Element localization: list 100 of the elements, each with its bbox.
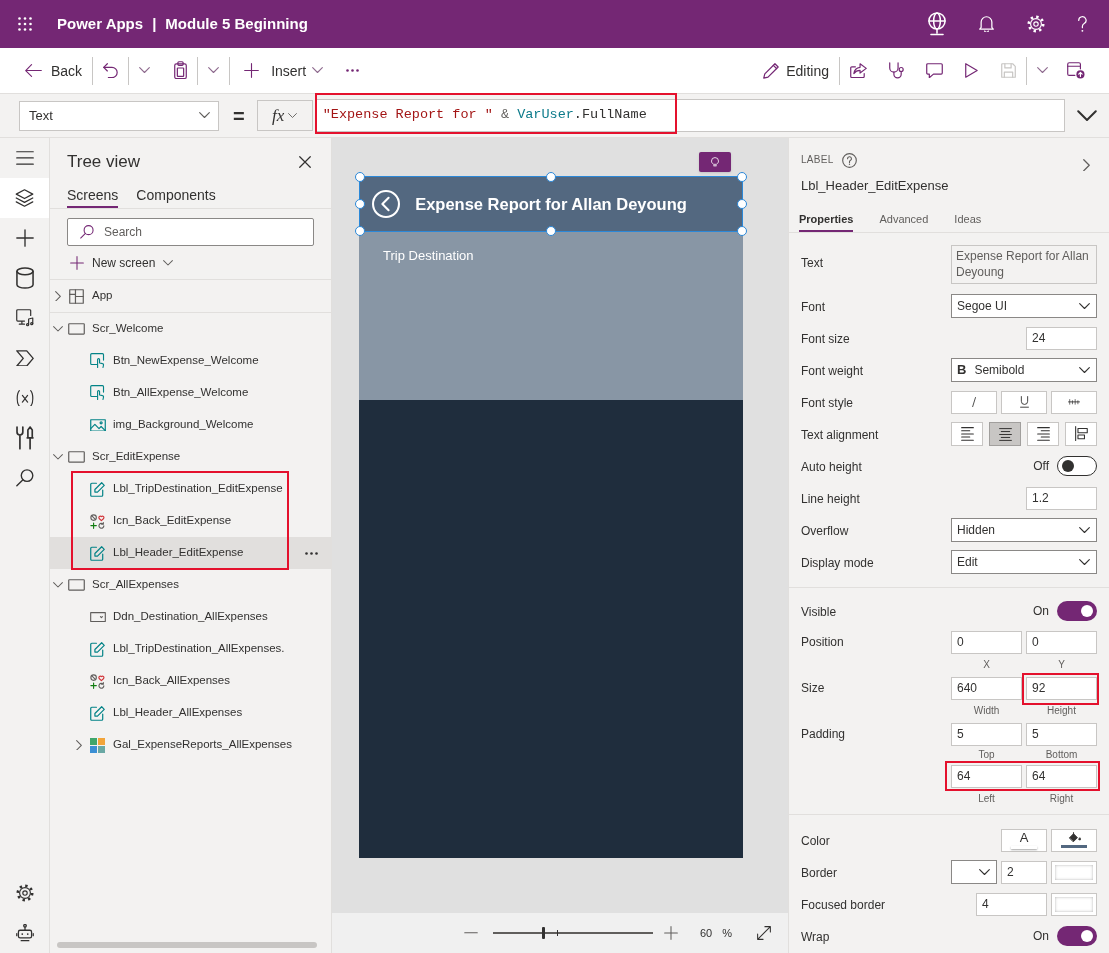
formula-input[interactable]: "Expense Report for " & VarUser.FullName bbox=[314, 99, 1065, 132]
tree-item[interactable]: App bbox=[50, 280, 331, 313]
back-icon[interactable] bbox=[372, 190, 400, 218]
control-name: Lbl_Header_EditExpense bbox=[801, 178, 949, 194]
chevron-right-icon[interactable] bbox=[76, 739, 82, 751]
alignment-button[interactable] bbox=[951, 422, 983, 446]
dropdown[interactable]: B Semibold bbox=[951, 358, 1097, 382]
underline-button[interactable] bbox=[1001, 390, 1047, 414]
clipboard-icon[interactable] bbox=[174, 61, 188, 80]
media-icon[interactable] bbox=[15, 309, 34, 327]
publish-icon[interactable] bbox=[1067, 62, 1085, 79]
more-icon[interactable] bbox=[346, 69, 360, 72]
tree-item[interactable]: Lbl_TripDestination_EditExpense bbox=[50, 473, 331, 505]
resize-handle[interactable] bbox=[355, 172, 365, 182]
dropdown[interactable]: Edit bbox=[951, 550, 1097, 574]
underline-icon bbox=[1019, 396, 1029, 408]
flow-icon[interactable] bbox=[15, 349, 34, 367]
ideas-button[interactable] bbox=[699, 152, 731, 172]
tree-item[interactable]: Btn_AllExpense_Welcome bbox=[50, 377, 331, 409]
tab[interactable]: Ideas bbox=[954, 208, 982, 232]
input-field[interactable]: 4 bbox=[976, 892, 1047, 916]
chevron-right-icon[interactable] bbox=[55, 290, 61, 302]
alignment-button[interactable] bbox=[1065, 422, 1097, 446]
back-button[interactable]: Back bbox=[25, 61, 83, 80]
app-launcher-icon[interactable] bbox=[18, 17, 32, 31]
property-dropdown[interactable]: Text bbox=[19, 100, 219, 131]
expand-icon[interactable] bbox=[757, 926, 772, 940]
insert-button[interactable]: Insert bbox=[244, 61, 324, 80]
editing-button[interactable]: Editing bbox=[763, 61, 829, 80]
input-field[interactable]: 64 bbox=[1026, 764, 1097, 788]
share-icon[interactable] bbox=[850, 62, 867, 79]
dropdown[interactable]: Segoe UI bbox=[951, 294, 1097, 318]
tree-item[interactable]: Btn_NewExpense_Welcome bbox=[50, 345, 331, 377]
help-icon[interactable] bbox=[841, 152, 857, 168]
scrollbar[interactable] bbox=[57, 942, 317, 948]
input-field[interactable]: 24 bbox=[1026, 326, 1097, 350]
tree-item[interactable]: Scr_AllExpenses bbox=[50, 569, 331, 601]
tree-item[interactable]: Ddn_Destination_AllExpenses bbox=[50, 601, 331, 633]
play-icon[interactable] bbox=[965, 63, 978, 78]
tree-item[interactable]: Icn_Back_AllExpenses bbox=[50, 665, 331, 697]
tree-item[interactable]: Lbl_Header_EditExpense bbox=[50, 537, 331, 569]
input-field[interactable]: 1.2 bbox=[1026, 486, 1097, 510]
strikethrough-button[interactable] bbox=[1051, 390, 1097, 414]
toggle-switch[interactable] bbox=[1057, 926, 1097, 946]
input-field[interactable]: 0 bbox=[951, 630, 1022, 654]
input-field[interactable]: 64 bbox=[951, 764, 1022, 788]
fill-color-button[interactable] bbox=[1051, 828, 1097, 852]
tree-item[interactable]: Scr_Welcome bbox=[50, 313, 331, 345]
bot-icon[interactable] bbox=[15, 924, 34, 942]
function-button[interactable]: fx bbox=[256, 100, 313, 131]
alignment-button[interactable] bbox=[1027, 422, 1059, 446]
search-icon[interactable] bbox=[15, 469, 34, 487]
tree-item[interactable]: Lbl_Header_AllExpenses bbox=[50, 697, 331, 729]
resize-handle[interactable] bbox=[355, 199, 365, 209]
tab[interactable]: Properties bbox=[799, 208, 854, 232]
input-field[interactable]: 92 bbox=[1026, 676, 1097, 700]
resize-handle[interactable] bbox=[546, 172, 556, 182]
dropdown[interactable]: Hidden bbox=[951, 518, 1097, 542]
tree-item[interactable]: Lbl_TripDestination_AllExpenses. bbox=[50, 633, 331, 665]
settings-icon[interactable] bbox=[15, 884, 34, 902]
tree-item[interactable]: img_Background_Welcome bbox=[50, 409, 331, 441]
more-icon[interactable] bbox=[305, 551, 318, 555]
input-field[interactable]: 640 bbox=[951, 676, 1022, 700]
resize-handle[interactable] bbox=[737, 199, 747, 209]
menu-icon[interactable] bbox=[15, 151, 34, 165]
slider-thumb[interactable] bbox=[541, 927, 545, 939]
minus-icon[interactable] bbox=[464, 932, 478, 934]
dropdown[interactable] bbox=[951, 860, 997, 884]
stethoscope-icon[interactable] bbox=[889, 61, 904, 80]
input-field[interactable]: 5 bbox=[1026, 722, 1097, 746]
close-icon[interactable] bbox=[299, 156, 311, 168]
comment-icon[interactable] bbox=[926, 62, 943, 79]
help-icon[interactable] bbox=[1078, 15, 1087, 33]
alignment-button[interactable] bbox=[989, 422, 1021, 446]
chevron-right-icon[interactable] bbox=[1083, 159, 1090, 172]
plus-icon[interactable] bbox=[15, 229, 34, 247]
tree-item[interactable]: Icn_Back_EditExpense bbox=[50, 505, 331, 537]
text-color-button[interactable]: A bbox=[1001, 828, 1047, 852]
tree-item[interactable]: Gal_ExpenseReports_AllExpenses bbox=[50, 729, 331, 761]
globe-icon[interactable] bbox=[928, 12, 946, 36]
zoom-slider[interactable] bbox=[493, 927, 653, 939]
tools-icon[interactable] bbox=[15, 426, 34, 450]
layers-icon[interactable] bbox=[0, 178, 49, 218]
tab[interactable]: Advanced bbox=[879, 208, 929, 232]
tab[interactable]: Components bbox=[136, 186, 216, 208]
bell-icon[interactable] bbox=[979, 15, 994, 33]
chevron-down-icon[interactable] bbox=[1077, 109, 1097, 122]
input-field[interactable]: 0 bbox=[1026, 630, 1097, 654]
tree-item[interactable]: Scr_EditExpense bbox=[50, 441, 331, 473]
toggle-switch[interactable] bbox=[1057, 456, 1097, 476]
database-icon[interactable] bbox=[15, 267, 34, 289]
input-field[interactable]: 2 bbox=[1001, 860, 1047, 884]
new-screen-button[interactable]: New screen bbox=[70, 254, 174, 272]
variables-icon[interactable] bbox=[15, 389, 34, 407]
input-field[interactable]: 5 bbox=[951, 722, 1022, 746]
resize-handle[interactable] bbox=[737, 172, 747, 182]
toggle-switch[interactable] bbox=[1057, 601, 1097, 621]
undo-icon[interactable] bbox=[103, 62, 119, 79]
tab[interactable]: Screens bbox=[67, 186, 119, 208]
search-field[interactable]: Search bbox=[67, 218, 314, 246]
